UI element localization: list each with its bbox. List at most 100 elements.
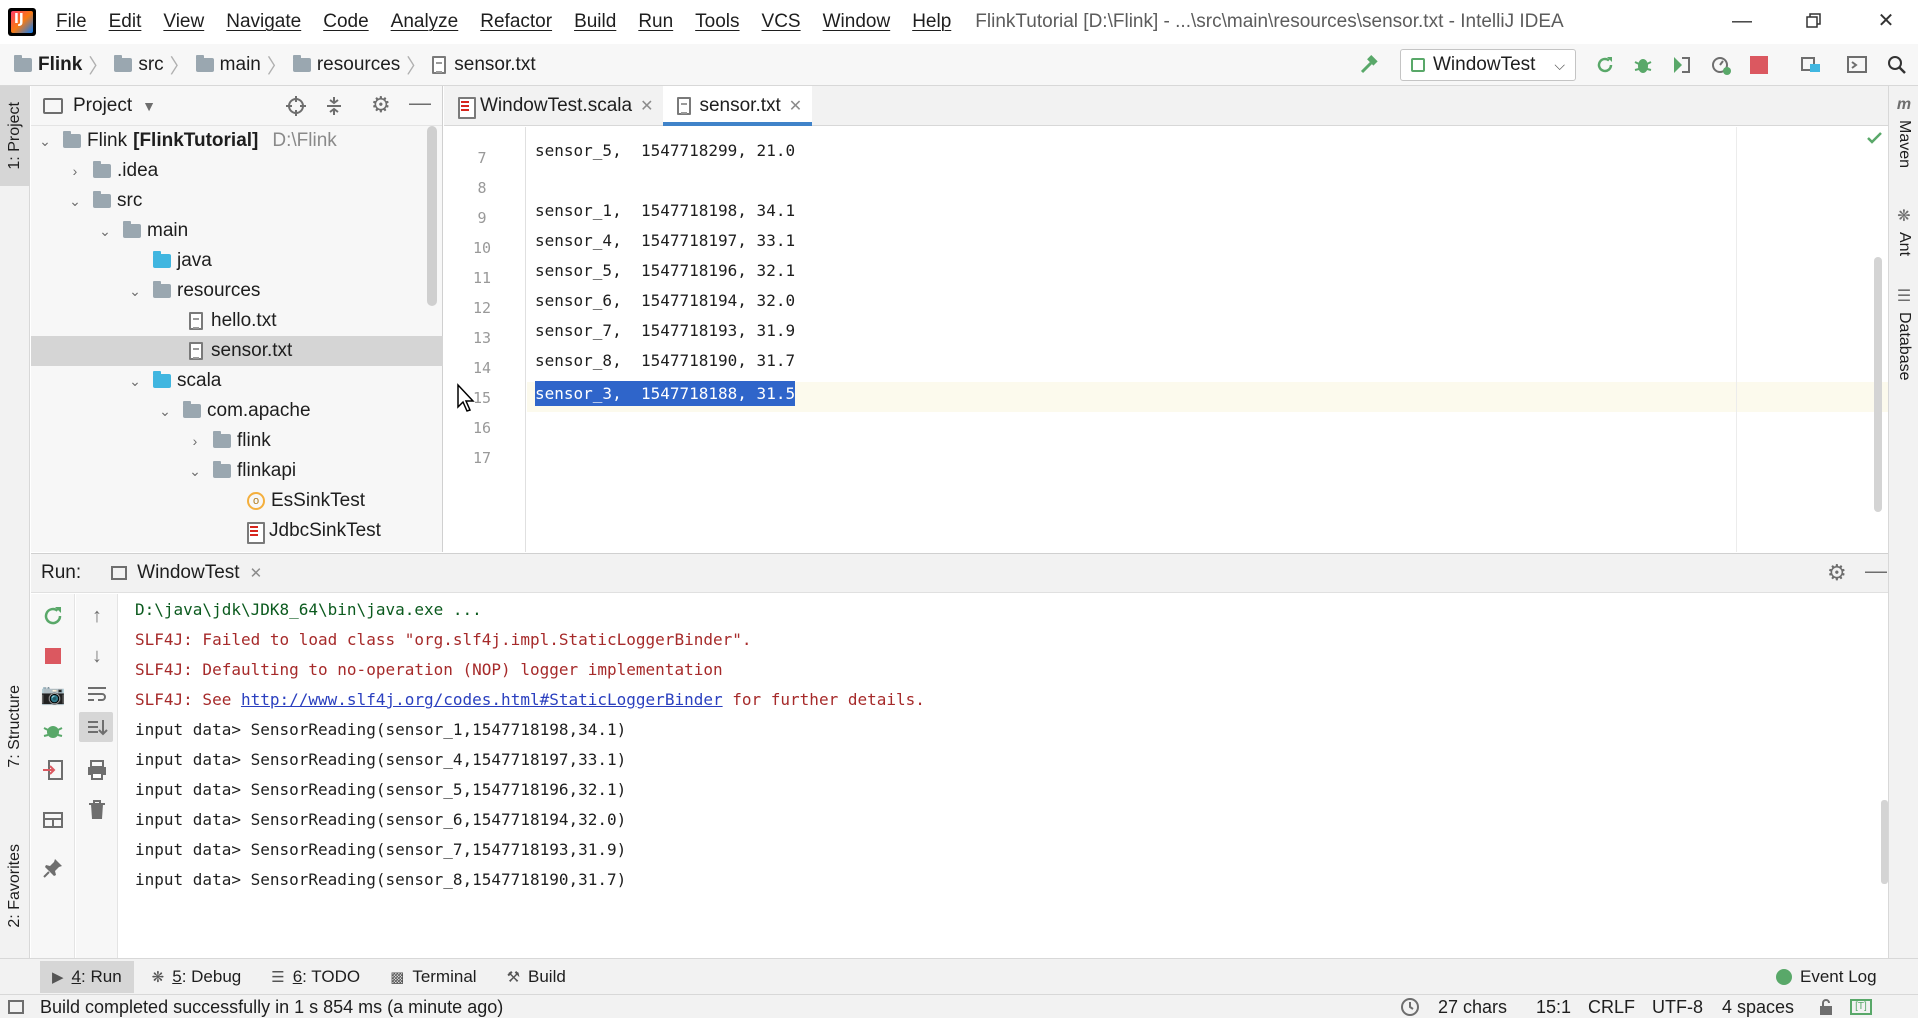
menu-view[interactable]: View — [163, 11, 204, 33]
tree-node-com-apache[interactable]: ⌄ com.apache — [31, 396, 443, 426]
tab-favorites-tool[interactable]: 2: Favorites — [0, 826, 30, 946]
build-hammer-icon[interactable] — [1358, 54, 1380, 76]
tab-project-tool[interactable]: 1: Project — [0, 86, 30, 186]
tab-terminal-tool[interactable]: ▩ Terminal — [378, 961, 488, 993]
terminal-window-icon[interactable] — [1846, 54, 1868, 76]
stop-icon[interactable] — [1750, 56, 1768, 74]
tree-node-flinkapi[interactable]: ⌄ flinkapi — [31, 456, 443, 486]
breadcrumb-main[interactable]: main 〉 — [195, 50, 293, 79]
trash-icon[interactable] — [85, 798, 109, 822]
menu-edit[interactable]: Edit — [109, 11, 142, 33]
restore-icon[interactable] — [1792, 6, 1836, 36]
tab-run-tool[interactable]: ▶ 4: Run — [40, 960, 134, 993]
menu-help[interactable]: Help — [912, 11, 951, 33]
hide-panel-icon[interactable]: — — [1865, 558, 1887, 584]
chevron-down-icon[interactable]: ▼ — [142, 98, 156, 114]
clock-icon[interactable] — [1400, 995, 1420, 1018]
search-everywhere-icon[interactable] — [1886, 54, 1908, 76]
tree-node-scala[interactable]: ⌄ scala — [31, 366, 443, 396]
scrollbar-thumb[interactable] — [427, 126, 437, 306]
memory-indicator-icon[interactable]: [T] — [1850, 995, 1872, 1018]
tab-ant[interactable]: ❋ Ant — [1889, 206, 1918, 256]
project-panel-title[interactable]: Project — [73, 95, 132, 117]
minimize-icon[interactable]: — — [1720, 6, 1764, 36]
tab-sensor-txt[interactable]: sensor.txt ✕ — [663, 86, 813, 126]
camera-icon[interactable]: 📷 — [41, 682, 66, 706]
code-editor[interactable]: sensor_5, 1547718299, 21.0 sensor_1, 154… — [527, 127, 1888, 552]
hide-panel-icon[interactable]: — — [409, 90, 431, 116]
line-number-gutter[interactable]: 7 8 9 10 11 12 13 14 15 16 17 — [444, 127, 526, 552]
tab-database[interactable]: ☰ Database — [1889, 286, 1918, 381]
close-tab-icon[interactable]: ✕ — [789, 96, 802, 116]
profile-icon[interactable] — [1710, 54, 1732, 76]
file-encoding-selector[interactable]: UTF-8 — [1652, 995, 1703, 1018]
tree-node-java[interactable]: java — [31, 246, 443, 276]
soft-wrap-icon[interactable] — [85, 682, 109, 706]
status-panel-toggle-icon[interactable] — [8, 995, 24, 1018]
menu-file[interactable]: File — [56, 11, 87, 33]
tab-todo-tool[interactable]: ☰ 6: TODO — [259, 961, 372, 993]
run-with-coverage-icon[interactable] — [1670, 54, 1692, 76]
menu-run[interactable]: Run — [638, 11, 673, 33]
arrow-up-icon[interactable]: ↑ — [85, 604, 109, 628]
tree-node-main[interactable]: ⌄ main — [31, 216, 443, 246]
tree-node-jdbcsinktest[interactable]: JdbcSinkTest — [31, 516, 443, 546]
layout-icon[interactable] — [41, 808, 65, 832]
menu-build[interactable]: Build — [574, 11, 616, 33]
gear-icon[interactable]: ⚙ — [371, 92, 391, 118]
tree-node-flink[interactable]: › flink — [31, 426, 443, 456]
breadcrumb-sensor-txt[interactable]: sensor.txt — [432, 54, 536, 76]
restore-layout-icon[interactable] — [41, 720, 65, 744]
menu-refactor[interactable]: Refactor — [480, 11, 552, 33]
close-tab-icon[interactable]: ✕ — [640, 96, 653, 116]
run-configuration-selector[interactable]: WindowTest ⌵ — [1400, 49, 1576, 81]
arrow-down-icon[interactable]: ↓ — [85, 644, 109, 668]
menu-window[interactable]: Window — [823, 11, 891, 33]
menu-vcs[interactable]: VCS — [762, 11, 801, 33]
line-separator-selector[interactable]: CRLF — [1588, 995, 1635, 1018]
import-tests-icon[interactable] — [41, 758, 65, 782]
status-message[interactable]: Build completed successfully in 1 s 854 … — [40, 995, 503, 1018]
tree-node-essinktest[interactable]: o EsSinkTest — [31, 486, 443, 516]
gear-icon[interactable]: ⚙ — [1827, 560, 1847, 586]
tab-windowtest-run[interactable]: WindowTest — [137, 562, 239, 584]
tab-maven[interactable]: m Maven — [1889, 96, 1918, 168]
print-icon[interactable] — [85, 758, 109, 782]
tree-node-hello-txt[interactable]: hello.txt — [31, 306, 443, 336]
menu-navigate[interactable]: Navigate — [226, 11, 301, 33]
caret-position[interactable]: 15:1 — [1536, 995, 1571, 1018]
close-window-icon[interactable]: ✕ — [1864, 6, 1908, 36]
breadcrumb-flink[interactable]: Flink 〉 — [14, 50, 114, 79]
tab-debug-tool[interactable]: ❋ 5: Debug — [140, 961, 254, 993]
tree-node-flink-root[interactable]: ⌄ Flink [FlinkTutorial] D:\Flink — [31, 126, 443, 156]
rerun-icon[interactable] — [41, 604, 65, 628]
tab-build-tool[interactable]: ⚒ Build — [495, 961, 578, 993]
breadcrumb-src[interactable]: src 〉 — [114, 50, 195, 79]
scrollbar-thumb[interactable] — [1881, 800, 1888, 884]
stop-icon[interactable] — [41, 644, 65, 668]
indent-selector[interactable]: 4 spaces — [1722, 995, 1794, 1018]
tab-structure-tool[interactable]: 7: Structure — [0, 666, 30, 786]
project-structure-icon[interactable] — [1800, 54, 1822, 76]
debug-icon[interactable] — [1632, 54, 1654, 76]
close-tab-icon[interactable]: ✕ — [250, 564, 263, 582]
tree-node-idea[interactable]: › .idea — [31, 156, 443, 186]
read-only-lock-icon[interactable] — [1818, 995, 1834, 1018]
tab-windowtest-scala[interactable]: WindowTest.scala ✕ — [444, 86, 663, 125]
rerun-icon[interactable] — [1594, 54, 1616, 76]
locate-file-icon[interactable] — [285, 95, 307, 117]
collapse-all-icon[interactable] — [323, 95, 345, 117]
console-hyperlink[interactable]: http://www.slf4j.org/codes.html#StaticLo… — [241, 690, 723, 709]
pin-icon[interactable] — [41, 856, 65, 880]
inspection-ok-checkmark-icon[interactable] — [1867, 131, 1883, 145]
scrollbar-thumb[interactable] — [1874, 257, 1882, 512]
tree-node-src[interactable]: ⌄ src — [31, 186, 443, 216]
menu-code[interactable]: Code — [323, 11, 368, 33]
run-console-output[interactable]: D:\java\jdk\JDK8_64\bin\java.exe ... SLF… — [119, 594, 1888, 958]
breadcrumb-resources[interactable]: resources 〉 — [292, 50, 432, 79]
scroll-to-end-icon[interactable] — [85, 716, 109, 740]
tree-node-resources[interactable]: ⌄ resources — [31, 276, 443, 306]
tree-node-sensor-txt[interactable]: sensor.txt — [31, 336, 443, 366]
menu-tools[interactable]: Tools — [695, 11, 739, 33]
menu-analyze[interactable]: Analyze — [391, 11, 459, 33]
